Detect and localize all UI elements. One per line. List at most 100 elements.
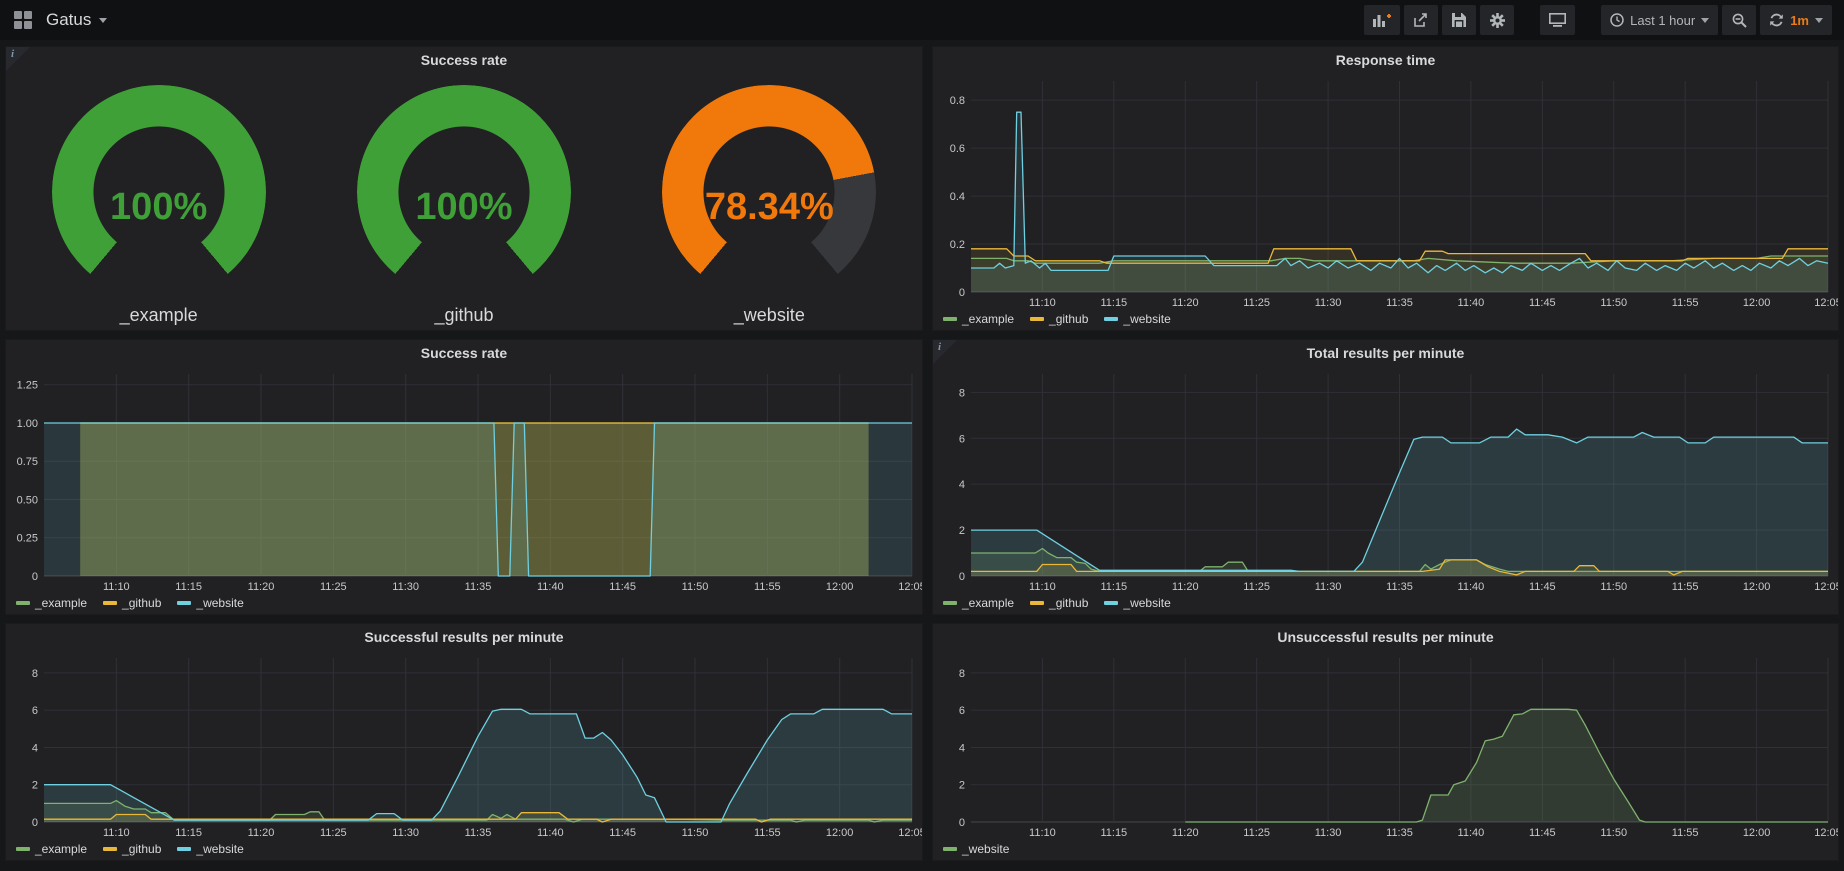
legend-item[interactable]: _example (16, 842, 87, 856)
svg-text:4: 4 (959, 479, 965, 491)
svg-text:6: 6 (959, 433, 965, 445)
svg-text:1.00: 1.00 (17, 418, 38, 430)
top-navbar: Gatus (0, 0, 1844, 40)
chart-plot-area[interactable]: 00.20.40.60.811:1011:1511:2011:2511:3011… (933, 73, 1838, 310)
legend-item[interactable]: _website (177, 842, 243, 856)
panel-title[interactable]: Total results per minute (1307, 345, 1465, 361)
svg-text:11:35: 11:35 (465, 581, 492, 593)
svg-text:0.2: 0.2 (950, 239, 965, 251)
panel-title[interactable]: Success rate (421, 52, 507, 68)
panel-response-time: Response time 00.20.40.60.811:1011:1511:… (932, 46, 1839, 331)
svg-text:6: 6 (959, 705, 965, 717)
panel-title[interactable]: Success rate (421, 345, 507, 361)
cycle-view-button[interactable] (1540, 5, 1575, 35)
info-icon[interactable]: i (933, 340, 957, 364)
settings-button[interactable] (1480, 5, 1514, 35)
legend-item[interactable]: _github (103, 596, 161, 610)
legend-swatch-icon (1104, 601, 1118, 605)
svg-text:11:40: 11:40 (537, 827, 564, 839)
svg-text:11:30: 11:30 (392, 827, 419, 839)
legend-swatch-icon (1104, 317, 1118, 321)
svg-text:0.50: 0.50 (17, 494, 38, 506)
svg-text:11:25: 11:25 (1243, 297, 1270, 309)
share-button[interactable] (1404, 5, 1438, 35)
svg-text:11:20: 11:20 (1172, 581, 1199, 593)
grid-logo-icon[interactable] (14, 11, 32, 29)
legend-item[interactable]: _github (103, 842, 161, 856)
tv-icon (1549, 13, 1566, 27)
svg-text:11:45: 11:45 (1529, 581, 1556, 593)
legend-item[interactable]: _website (177, 596, 243, 610)
legend-item[interactable]: _website (943, 842, 1009, 856)
chevron-down-icon (1701, 18, 1709, 23)
svg-text:6: 6 (32, 705, 38, 717)
info-icon[interactable]: i (6, 47, 30, 71)
svg-text:11:25: 11:25 (320, 827, 347, 839)
svg-text:12:05: 12:05 (898, 581, 922, 593)
svg-text:0: 0 (959, 817, 965, 829)
save-button[interactable] (1442, 5, 1476, 35)
svg-text:11:40: 11:40 (1458, 297, 1485, 309)
svg-text:11:10: 11:10 (1029, 581, 1056, 593)
refresh-button[interactable]: 1m (1760, 5, 1832, 35)
legend-swatch-icon (943, 317, 957, 321)
svg-text:11:40: 11:40 (1458, 827, 1485, 839)
refresh-interval-label: 1m (1790, 13, 1809, 28)
chart-plot-area[interactable]: 00.250.500.751.001.2511:1011:1511:2011:2… (6, 366, 922, 594)
svg-text:11:15: 11:15 (175, 827, 202, 839)
svg-text:0.6: 0.6 (950, 143, 965, 155)
svg-text:12:00: 12:00 (1743, 827, 1771, 839)
chart-legend: _example _github _website (933, 310, 1838, 330)
svg-text:12:05: 12:05 (1814, 297, 1838, 309)
svg-text:11:50: 11:50 (682, 827, 709, 839)
time-range-label: Last 1 hour (1630, 13, 1695, 28)
panel-total-results: i Total results per minute 0246811:1011:… (932, 339, 1839, 615)
gauge: 78.34% _website (662, 85, 876, 326)
svg-text:11:45: 11:45 (609, 581, 636, 593)
svg-text:11:10: 11:10 (103, 827, 130, 839)
legend-item[interactable]: _website (1104, 596, 1170, 610)
dashboard-grid: i Success rate 100% _example 100% _githu… (0, 40, 1844, 861)
chevron-down-icon (1815, 18, 1823, 23)
chart-plot-area[interactable]: 0246811:1011:1511:2011:2511:3011:3511:40… (933, 366, 1838, 594)
svg-text:11:25: 11:25 (320, 581, 347, 593)
legend-swatch-icon (16, 601, 30, 605)
svg-text:2: 2 (32, 780, 38, 792)
legend-item[interactable]: _example (16, 596, 87, 610)
gauge-value: 78.34% (662, 186, 876, 229)
legend-swatch-icon (943, 601, 957, 605)
svg-text:11:30: 11:30 (392, 581, 419, 593)
svg-text:11:45: 11:45 (1529, 297, 1556, 309)
svg-text:11:15: 11:15 (1100, 581, 1127, 593)
panel-title[interactable]: Unsuccessful results per minute (1277, 629, 1493, 645)
dashboard-title: Gatus (46, 10, 91, 30)
legend-item[interactable]: _example (943, 312, 1014, 326)
svg-text:8: 8 (959, 668, 965, 680)
svg-text:0: 0 (32, 817, 38, 829)
save-icon (1452, 13, 1466, 27)
svg-text:11:55: 11:55 (754, 581, 781, 593)
svg-text:1.25: 1.25 (17, 380, 38, 392)
svg-text:11:55: 11:55 (1672, 297, 1699, 309)
svg-text:11:10: 11:10 (103, 581, 130, 593)
svg-text:11:55: 11:55 (754, 827, 781, 839)
svg-text:11:15: 11:15 (1100, 827, 1127, 839)
chart-plot-area[interactable]: 0246811:1011:1511:2011:2511:3011:3511:40… (6, 650, 922, 840)
time-range-button[interactable]: Last 1 hour (1601, 5, 1718, 35)
svg-text:11:45: 11:45 (609, 827, 636, 839)
legend-item[interactable]: _github (1030, 596, 1088, 610)
svg-text:0.4: 0.4 (950, 191, 965, 203)
svg-text:0: 0 (32, 571, 38, 583)
dashboard-title-dropdown[interactable]: Gatus (46, 10, 107, 30)
legend-item[interactable]: _website (1104, 312, 1170, 326)
svg-text:11:10: 11:10 (1029, 827, 1056, 839)
panel-title[interactable]: Successful results per minute (364, 629, 563, 645)
legend-item[interactable]: _example (943, 596, 1014, 610)
chart-plot-area[interactable]: 0246811:1011:1511:2011:2511:3011:3511:40… (933, 650, 1838, 840)
gauge-label: _website (734, 305, 805, 326)
svg-text:4: 4 (959, 742, 965, 754)
zoom-out-button[interactable] (1722, 5, 1756, 35)
legend-item[interactable]: _github (1030, 312, 1088, 326)
add-panel-button[interactable] (1364, 5, 1400, 35)
panel-title[interactable]: Response time (1336, 52, 1436, 68)
